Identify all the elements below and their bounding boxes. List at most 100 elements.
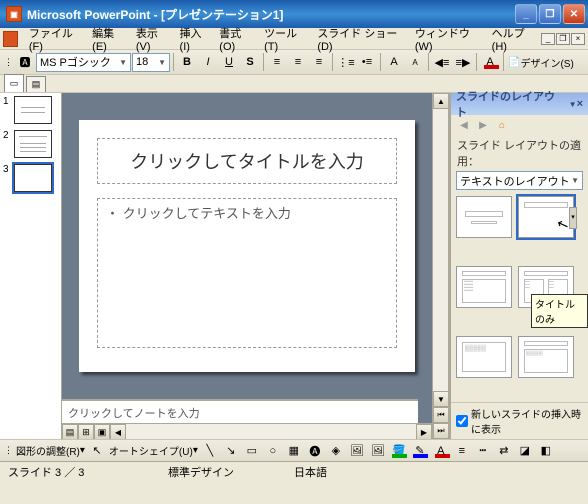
doc-close[interactable]: × xyxy=(571,33,585,45)
task-pane: スライドのレイアウト ▼ × ◀ ▶ ⌂ スライド レイアウトの適用： テキスト… xyxy=(448,93,588,439)
toolbar-grip[interactable]: ⋮ xyxy=(3,441,14,461)
body-placeholder[interactable]: ・ クリックしてテキストを入力 xyxy=(97,198,397,348)
rectangle-tool[interactable]: ▭ xyxy=(242,441,262,461)
scroll-up[interactable]: ▲ xyxy=(433,93,449,109)
layout-title-slide[interactable] xyxy=(456,196,512,238)
scroll-left[interactable]: ◀ xyxy=(110,424,126,439)
toolbar-grip[interactable]: ⋮ xyxy=(3,52,14,72)
taskpane-dropdown[interactable]: ▼ xyxy=(569,100,577,109)
underline-button[interactable]: U xyxy=(219,52,239,72)
menu-edit[interactable]: 編集(E) xyxy=(87,23,131,55)
menu-format[interactable]: 書式(O) xyxy=(214,23,259,55)
textbox-tool[interactable]: ▦ xyxy=(284,441,304,461)
thumb-number: 1 xyxy=(3,96,11,124)
taskpane-close[interactable]: × xyxy=(577,98,583,110)
next-slide[interactable]: ⏭ xyxy=(433,423,449,439)
font-color-tool[interactable]: A xyxy=(431,441,451,461)
layout-title-only[interactable]: ↖ ▾ xyxy=(518,196,574,238)
increase-font-button[interactable]: A xyxy=(384,52,404,72)
layout-gallery[interactable]: ↖ ▾ タイトルのみ ━━━━━━━━━━━━ ━━━━━━ ━━━━━━ xyxy=(451,194,588,402)
home-icon[interactable]: ⌂ xyxy=(494,117,510,133)
font-size-select[interactable]: 18 ▼ xyxy=(132,53,170,72)
line-color-tool[interactable]: ✎ xyxy=(410,441,430,461)
minimize-button[interactable]: _ xyxy=(515,4,537,24)
menu-window[interactable]: ウィンドウ(W) xyxy=(410,23,487,55)
horizontal-scrollbar[interactable]: ▤ ⊞ ▣ ◀ ▶ xyxy=(62,423,432,439)
sorter-view-button[interactable]: ⊞ xyxy=(78,424,94,439)
italic-button[interactable]: I xyxy=(198,52,218,72)
show-on-insert-checkbox[interactable]: 新しいスライドの挿入時に表示 xyxy=(451,402,588,439)
select-tool[interactable]: ↖ xyxy=(87,441,107,461)
font-select[interactable]: MS Pゴシック ▼ xyxy=(36,53,131,72)
fill-color-tool[interactable]: 🪣 xyxy=(389,441,409,461)
align-center-button[interactable]: ≡ xyxy=(288,52,308,72)
shadow-tool[interactable]: ◪ xyxy=(515,441,535,461)
layout-content-2[interactable]: |||||||||||||||||||||||||||||||| xyxy=(518,336,574,378)
layout-content-1[interactable]: ||||||||||||||||||||||||||||||||||||||||… xyxy=(456,336,512,378)
dash-style-tool[interactable]: ┅ xyxy=(473,441,493,461)
drawing-toolbar: ⋮ 図形の調整(R)▾ ↖ オートシェイプ(U)▾ ╲ ↘ ▭ ○ ▦ 🅐 ◈ … xyxy=(0,439,588,461)
title-placeholder[interactable]: クリックしてタイトルを入力 xyxy=(97,138,397,184)
clipart-tool[interactable]: 🖼 xyxy=(347,441,367,461)
menu-tools[interactable]: ツール(T) xyxy=(259,23,312,55)
picture-tool[interactable]: 🖼 xyxy=(368,441,388,461)
layout-dropdown-icon[interactable]: ▾ xyxy=(569,207,577,229)
font-size: 18 xyxy=(136,56,148,68)
back-icon[interactable]: ◀ xyxy=(456,117,472,133)
line-style-tool[interactable]: ≡ xyxy=(452,441,472,461)
thumbnail-3[interactable] xyxy=(14,164,52,192)
font-color-button[interactable]: A xyxy=(480,52,500,72)
notes-pane[interactable]: クリックしてノートを入力 xyxy=(62,399,418,423)
align-right-button[interactable]: ≡ xyxy=(309,52,329,72)
normal-view-button[interactable]: ▤ xyxy=(62,424,78,439)
layout-title-content[interactable]: ━━━━━━━━━━━━ xyxy=(456,266,512,308)
prev-slide[interactable]: ⏮ xyxy=(433,407,449,423)
thumbnail-panel[interactable]: 1 2 3 xyxy=(0,93,62,439)
autoshape-menu[interactable]: オートシェイプ(U)▾ xyxy=(108,441,199,461)
thumbnail-1[interactable] xyxy=(14,96,52,124)
thumb-number: 2 xyxy=(3,130,11,158)
arrow-style-tool[interactable]: ⇄ xyxy=(494,441,514,461)
slides-tab[interactable]: ▤ xyxy=(26,76,46,92)
design-button[interactable]: 📄デザイン(S) xyxy=(507,52,575,72)
forward-icon[interactable]: ▶ xyxy=(475,117,491,133)
align-left-button[interactable]: ≡ xyxy=(267,52,287,72)
bold-button[interactable]: B xyxy=(177,52,197,72)
maximize-button[interactable]: ❐ xyxy=(539,4,561,24)
slide-canvas[interactable]: クリックしてタイトルを入力 ・ クリックしてテキストを入力 xyxy=(79,120,415,372)
slideshow-view-button[interactable]: ▣ xyxy=(94,424,110,439)
layout-category-select[interactable]: テキストのレイアウト ▼ xyxy=(456,171,583,190)
menu-help[interactable]: ヘルプ(H) xyxy=(487,23,541,55)
thumbnail-2[interactable] xyxy=(14,130,52,158)
close-button[interactable]: ✕ xyxy=(563,4,585,24)
doc-minimize[interactable]: _ xyxy=(541,33,555,45)
scroll-down[interactable]: ▼ xyxy=(433,391,449,407)
taskpane-title-bar[interactable]: スライドのレイアウト ▼ × xyxy=(451,93,588,115)
decrease-indent-button[interactable]: ◀≡ xyxy=(432,52,452,72)
slide-editor-area: クリックしてタイトルを入力 ・ クリックしてテキストを入力 クリックしてノートを… xyxy=(62,93,432,439)
arrow-tool[interactable]: ↘ xyxy=(221,441,241,461)
arrow-dropdown[interactable]: 🅰 xyxy=(15,52,35,72)
scroll-right[interactable]: ▶ xyxy=(416,424,432,439)
numbering-button[interactable]: ⋮≡ xyxy=(336,52,356,72)
menu-view[interactable]: 表示(V) xyxy=(131,23,175,55)
vertical-scrollbar[interactable]: ▲ ▼ ⏮ ⏭ xyxy=(432,93,448,439)
status-bar: スライド 3 ／ 3 標準デザイン 日本語 xyxy=(0,461,588,481)
draw-menu[interactable]: 図形の調整(R)▾ xyxy=(15,441,86,461)
menu-file[interactable]: ファイル(F) xyxy=(24,23,87,55)
increase-indent-button[interactable]: ≡▶ xyxy=(453,52,473,72)
menu-slideshow[interactable]: スライド ショー(D) xyxy=(312,23,410,55)
checkbox-input[interactable] xyxy=(456,415,468,427)
decrease-font-button[interactable]: A xyxy=(405,52,425,72)
shadow-button[interactable]: S xyxy=(240,52,260,72)
3d-tool[interactable]: ◧ xyxy=(536,441,556,461)
diagram-tool[interactable]: ◈ xyxy=(326,441,346,461)
oval-tool[interactable]: ○ xyxy=(263,441,283,461)
bullets-button[interactable]: •≡ xyxy=(357,52,377,72)
line-tool[interactable]: ╲ xyxy=(200,441,220,461)
menu-insert[interactable]: 挿入(I) xyxy=(175,23,215,55)
outline-tab[interactable]: ▭ xyxy=(4,74,24,92)
doc-restore[interactable]: ❐ xyxy=(556,33,570,45)
menu-bar: ファイル(F) 編集(E) 表示(V) 挿入(I) 書式(O) ツール(T) ス… xyxy=(0,28,588,50)
wordart-tool[interactable]: 🅐 xyxy=(305,441,325,461)
